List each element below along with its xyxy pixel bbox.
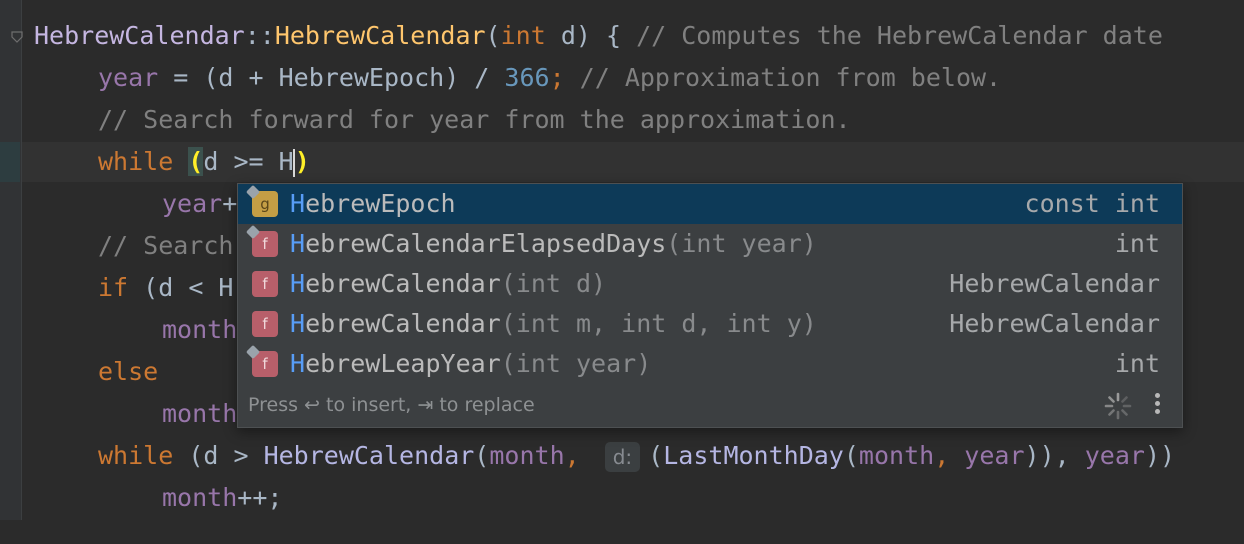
function-icon: f [252,311,278,337]
code-text: ( [648,441,664,470]
parameter-hint: d: [604,442,641,472]
completion-hint-text: Press ↩ to insert, ⇥ to replace [248,394,535,416]
completion-item-name: HebrewLeapYear(int year) [290,349,652,378]
completion-item-type: int [1114,229,1160,258]
completion-item-type: const int [1024,189,1160,218]
field-name: month [162,399,238,428]
code-completion-popup[interactable]: g HebrewEpoch const int f HebrewCalendar… [237,183,1183,428]
field-name: year [1084,441,1145,470]
code-text: )), [1024,441,1085,470]
field-name: year [964,441,1025,470]
code-text: + [222,189,238,218]
completion-item[interactable]: f HebrewCalendar(int d) HebrewCalendar [238,264,1182,304]
code-line-5[interactable]: year+ [162,183,237,225]
paren: ( [485,21,501,50]
scope-operator: :: [244,21,275,50]
code-text: (d < H [128,273,234,302]
global-variable-icon: g [245,184,278,217]
field-name: month [858,441,935,470]
comment: // Search [98,231,234,260]
code-line-2[interactable]: year = (d + HebrewEpoch) / 366; // Appro… [98,57,1001,99]
semicolon: ; [549,63,580,92]
keyword: while [98,147,174,176]
gutter-divider [21,0,22,520]
code-text: = (d + HebrewEpoch) / [158,63,505,92]
completion-item[interactable]: f HebrewCalendarElapsedDays(int year) in… [238,224,1182,264]
class-name: HebrewCalendar [34,21,245,50]
completion-item-name: HebrewCalendar(int m, int d, int y) [290,309,817,338]
code-text: ( [474,441,490,470]
code-line-4[interactable]: while (d >= H) [98,141,310,183]
keyword: int [500,21,546,50]
code-text: )) [1144,441,1176,470]
code-line-1[interactable]: HebrewCalendar::HebrewCalendar(int d) { … [34,15,1163,57]
function-icon: f [245,224,278,257]
code-text: d >= H [203,147,294,176]
completion-item-name: HebrewCalendarElapsedDays(int year) [290,229,817,258]
keyword: while [98,441,174,470]
code-line-8[interactable]: month [162,309,237,351]
function-icon: f [252,271,278,297]
code-text: ( [843,441,859,470]
completion-item[interactable]: f HebrewLeapYear(int year) int [238,344,1182,384]
function-icon: f [245,344,278,377]
matched-paren-close: ) [294,147,310,176]
completion-item[interactable]: g HebrewEpoch const int [238,184,1182,224]
completion-item-type: HebrewCalendar [949,269,1160,298]
comment: // Computes the HebrewCalendar date [636,21,1163,50]
function-name: HebrewCalendar [274,21,486,50]
completion-item-name: HebrewCalendar(int d) [290,269,607,298]
code-line-10[interactable]: month [162,393,237,435]
current-line-gutter-marker [0,142,20,182]
completion-item-type: HebrewCalendar [949,309,1160,338]
keyword: else [98,357,159,386]
field-name: year [98,63,159,92]
number-literal: 366 [504,63,550,92]
editor-gutter[interactable] [0,0,21,520]
comma: , [564,441,595,470]
field-name: month [489,441,565,470]
code-text: d) { [545,21,637,50]
completion-item[interactable]: f HebrewCalendar(int m, int d, int y) He… [238,304,1182,344]
keyword: if [98,273,129,302]
field-name: year [162,189,223,218]
comment: // Approximation from below. [579,63,1002,92]
fold-marker-icon[interactable] [10,30,24,44]
completion-item-type: int [1114,349,1160,378]
completion-item-name: HebrewEpoch [290,189,456,218]
matched-paren-open: ( [188,147,204,176]
comment: // Search forward for year from the appr… [98,105,851,134]
code-line-7[interactable]: if (d < H [98,267,233,309]
code-line-6[interactable]: // Search [98,225,233,267]
code-line-9[interactable]: else [98,351,158,393]
more-options-icon[interactable] [1152,390,1162,420]
comma: , [934,441,965,470]
function-call: LastMonthDay [663,441,844,470]
code-line-3[interactable]: // Search forward for year from the appr… [98,99,851,141]
field-name: month [162,483,238,512]
loading-spinner-icon [1104,392,1132,420]
field-name: month [162,315,238,344]
